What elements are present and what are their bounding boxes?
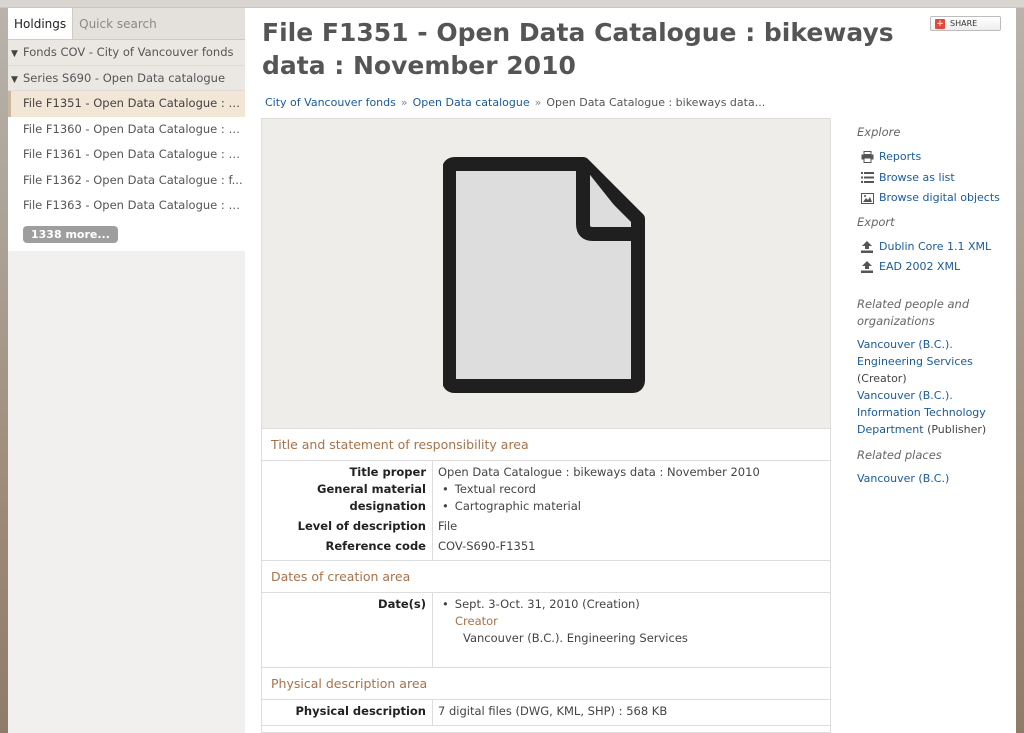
breadcrumb-separator-icon: » [534, 96, 542, 109]
breadcrumb-link-fonds[interactable]: City of Vancouver fonds [265, 96, 396, 109]
field-label: Title proper [349, 465, 426, 479]
export-heading: Export [857, 214, 895, 229]
page-title: File F1351 - Open Data Catalogue : bikew… [262, 18, 894, 80]
field-row: Physical description 7 digital files (DW… [262, 703, 830, 720]
treeview-sidebar: Holdings Quick search ▼ Fonds COV - City … [8, 8, 245, 733]
explore-heading: Explore [857, 125, 901, 139]
expanded-triangle-icon: ▼ [11, 49, 18, 59]
related-person-link[interactable]: Vancouver (B.C.). Engineering Services [857, 338, 973, 368]
tab-holdings[interactable]: Holdings [8, 8, 74, 39]
tree-item-fonds[interactable]: ▼ Fonds COV - City of Vancouver fonds [8, 40, 245, 66]
tree-item-label: Fonds COV - City of Vancouver fonds [23, 45, 234, 59]
field-row: Reference code COV-S690-F1351 [262, 538, 830, 555]
plus-icon: + [935, 18, 945, 29]
gmd-list: Textual record Cartographic material [438, 481, 581, 515]
more-items-button[interactable]: 1338 more... [23, 225, 118, 243]
dates-area-fields: Date(s) Sept. 3-Oct. 31, 2010 (Creation)… [262, 593, 830, 668]
list-item: Sept. 3-Oct. 31, 2010 (Creation) [438, 596, 688, 613]
field-value: COV-S690-F1351 [438, 539, 536, 553]
title-area-fields: Title proper Open Data Catalogue : bikew… [262, 461, 830, 561]
breadcrumb-separator-icon: » [400, 96, 408, 109]
field-row: General material designation Textual reco… [262, 481, 830, 515]
link-label: Dublin Core 1.1 XML [879, 239, 992, 253]
related-person-role: (Creator) [857, 371, 907, 385]
browse-as-list-link[interactable]: Browse as list [857, 168, 1007, 189]
list-item: Cartographic material [438, 498, 581, 515]
browse-digital-objects-link[interactable]: Browse digital objects [857, 188, 1007, 209]
ead-export-link[interactable]: EAD 2002 XML [857, 257, 1007, 278]
field-row: Date(s) Sept. 3-Oct. 31, 2010 (Creation)… [262, 596, 830, 647]
upload-icon [860, 261, 874, 274]
field-value: Sept. 3-Oct. 31, 2010 (Creation) Creator… [432, 596, 688, 647]
related-place: Vancouver (B.C.) [857, 470, 1007, 487]
related-person-role: (Publisher) [927, 422, 987, 436]
description-panel: Title and statement of responsibility ar… [261, 118, 831, 733]
list-icon [860, 172, 874, 184]
image-icon [860, 192, 874, 204]
list-item: Textual record [438, 481, 581, 498]
sidebar-tabs: Holdings Quick search [8, 8, 245, 40]
creator-label: Creator [455, 614, 498, 628]
field-row: Level of description File [262, 518, 830, 535]
printer-icon [860, 151, 874, 164]
tab-quick-search[interactable]: Quick search [73, 8, 163, 39]
section-heading-dates-area[interactable]: Dates of creation area [262, 561, 830, 593]
tree-item-file-f1361[interactable]: File F1361 - Open Data Catalogue : d... [8, 142, 245, 168]
field-label-line: designation [349, 499, 426, 513]
field-value: 7 digital files (DWG, KML, SHP) : 568 KB [438, 704, 668, 718]
dublin-core-export-link[interactable]: Dublin Core 1.1 XML [857, 237, 1007, 258]
share-label: SHARE [950, 19, 978, 28]
field-label: Reference code [325, 539, 427, 553]
related-places-heading: Related places [857, 447, 942, 462]
tree-item-file-f1351[interactable]: File F1351 - Open Data Catalogue : bikew… [8, 91, 245, 117]
dates-list: Sept. 3-Oct. 31, 2010 (Creation) [438, 596, 688, 613]
section-heading-physical-area[interactable]: Physical description area [262, 668, 830, 700]
expanded-triangle-icon: ▼ [11, 74, 18, 85]
field-label: General material designation [262, 481, 432, 515]
digital-object-preview[interactable] [262, 119, 830, 429]
breadcrumb-current: Open Data Catalogue : bikeways data... [546, 96, 766, 109]
generic-file-icon [443, 156, 645, 393]
share-button[interactable]: + SHARE [930, 16, 1001, 31]
holdings-tree: ▼ Fonds COV - City of Vancouver fonds ▼ Se… [8, 40, 245, 251]
more-wrapper: 1338 more... [8, 218, 245, 251]
field-label: Date(s) [378, 597, 426, 611]
tree-item-file-f1360[interactable]: File F1360 - Open Data Catalogue : d... [8, 117, 245, 143]
section-heading-title-area[interactable]: Title and statement of responsibility ar… [262, 429, 830, 461]
tree-item-label: Series S690 - Open Data catalogue [23, 70, 226, 85]
breadcrumb-link-series[interactable]: Open Data catalogue [413, 96, 530, 109]
creator-name: Vancouver (B.C.). Engineering Services [463, 631, 688, 645]
link-label: EAD 2002 XML [879, 260, 961, 273]
field-label: Level of description [297, 519, 426, 533]
tree-item-series[interactable]: ▼ Series S690 - Open Data catalogue [8, 65, 245, 91]
browser-top-edge [0, 0, 1024, 8]
physical-area-fields: Physical description 7 digital files (DW… [262, 700, 830, 726]
field-row: Title proper Open Data Catalogue : bikew… [262, 464, 830, 481]
link-label: Browse digital objects [879, 191, 1000, 204]
field-label: Physical description [295, 704, 427, 718]
related-person: Vancouver (B.C.). Information Technology… [857, 387, 1007, 438]
tree-item-file-f1362[interactable]: File F1362 - Open Data Catalogue : f... [8, 168, 245, 194]
related-person: Vancouver (B.C.). Engineering Services (… [857, 336, 1007, 387]
field-value: Textual record Cartographic material [432, 481, 581, 515]
link-label: Browse as list [879, 170, 955, 184]
upload-icon [860, 240, 874, 253]
field-value: File [438, 519, 458, 533]
related-place-link[interactable]: Vancouver (B.C.) [857, 472, 949, 485]
related-people-heading: Related people and organizations [857, 296, 970, 328]
link-label: Reports [879, 150, 922, 163]
reports-link[interactable]: Reports [857, 147, 1007, 168]
field-label-line: General material [317, 482, 426, 496]
breadcrumb: City of Vancouver fonds » Open Data catalo… [265, 96, 765, 109]
context-menu: Explore Reports Browse as list Browse di… [857, 124, 1007, 487]
tree-item-file-f1363[interactable]: File F1363 - Open Data Catalogue : fi... [8, 193, 245, 219]
field-value: Open Data Catalogue : bikeways data : No… [438, 465, 760, 479]
